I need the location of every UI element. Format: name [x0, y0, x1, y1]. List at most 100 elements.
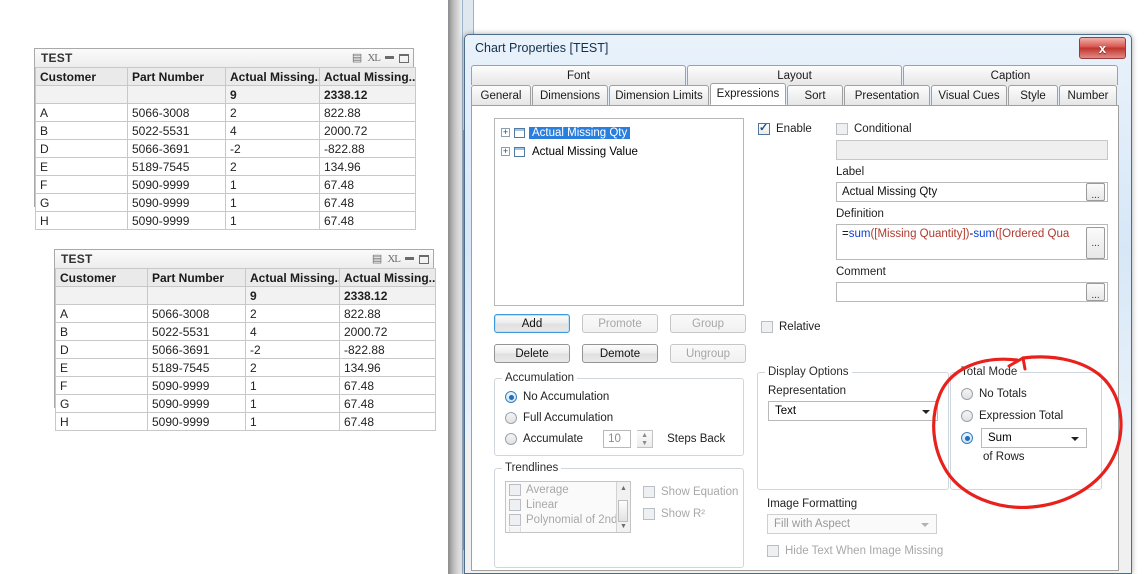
- table-row[interactable]: D 5066-3691 -2 -822.88: [35, 139, 416, 158]
- cell-0[interactable]: D: [55, 340, 148, 359]
- cell-1[interactable]: 5066-3008: [127, 103, 226, 122]
- cell-1[interactable]: 5066-3691: [127, 139, 226, 158]
- cell-2[interactable]: -2: [245, 340, 340, 359]
- cell-0[interactable]: G: [35, 193, 128, 212]
- trendlines-scrollbar[interactable]: ▲ ▼: [616, 482, 630, 532]
- tab-presentation[interactable]: Presentation: [844, 85, 930, 105]
- checkbox-icon[interactable]: [643, 508, 655, 520]
- chevron-down-icon[interactable]: [1071, 437, 1079, 441]
- cell-0[interactable]: H: [35, 211, 128, 230]
- cell-1[interactable]: 5090-9999: [127, 193, 226, 212]
- table-row[interactable]: G 5090-9999 1 67.48: [55, 394, 436, 413]
- delete-button[interactable]: Delete: [494, 344, 570, 363]
- cell-1[interactable]: 5090-9999: [147, 412, 246, 431]
- steps-back-stepper[interactable]: ▲ ▼: [637, 430, 654, 448]
- cell-2[interactable]: 1: [245, 412, 340, 431]
- label-browse-button[interactable]: ...: [1086, 183, 1105, 201]
- minimize-icon[interactable]: [405, 256, 414, 260]
- column-header-actual-missing-qty[interactable]: Actual Missing...: [225, 67, 320, 86]
- cell-3[interactable]: 67.48: [339, 412, 436, 431]
- comment-browse-button[interactable]: ...: [1086, 283, 1105, 301]
- checkbox-icon[interactable]: [509, 483, 521, 496]
- export-icon[interactable]: ▤: [372, 253, 382, 265]
- cell-2[interactable]: 4: [245, 322, 340, 341]
- checkbox-icon[interactable]: [509, 527, 521, 532]
- chevron-down-icon[interactable]: [922, 410, 930, 414]
- cell-0[interactable]: G: [55, 394, 148, 413]
- cell-3[interactable]: 67.48: [339, 376, 436, 395]
- tab-dimensions[interactable]: Dimensions: [532, 85, 608, 105]
- demote-button[interactable]: Demote: [582, 344, 658, 363]
- radio-icon[interactable]: [961, 388, 973, 400]
- data-grid[interactable]: Customer Part Number Actual Missing... A…: [35, 67, 416, 230]
- cell-3[interactable]: -822.88: [339, 340, 436, 359]
- cell-0[interactable]: D: [35, 139, 128, 158]
- column-header-part-number[interactable]: Part Number: [127, 67, 226, 86]
- column-header-customer[interactable]: Customer: [35, 67, 128, 86]
- scroll-down-icon[interactable]: ▼: [617, 520, 630, 532]
- cell-1[interactable]: 5066-3691: [147, 340, 246, 359]
- stepper-down-icon[interactable]: ▼: [637, 439, 652, 447]
- cell-2[interactable]: -2: [225, 139, 320, 158]
- radio-icon[interactable]: [505, 433, 517, 445]
- trendline-item-average[interactable]: Average: [506, 482, 630, 497]
- cell-2[interactable]: 1: [245, 376, 340, 395]
- trendline-item-polynomial-2nd[interactable]: Polynomial of 2nd d: [506, 512, 630, 527]
- column-header-customer[interactable]: Customer: [55, 268, 148, 287]
- checkbox-icon[interactable]: [509, 498, 521, 511]
- tab-visual-cues[interactable]: Visual Cues: [931, 85, 1007, 105]
- minimize-icon[interactable]: [385, 55, 394, 59]
- tab-general[interactable]: General: [471, 85, 531, 105]
- stepper-up-icon[interactable]: ▲: [637, 431, 652, 439]
- radio-icon[interactable]: [961, 410, 973, 422]
- tab-sort[interactable]: Sort: [787, 85, 843, 105]
- column-header-part-number[interactable]: Part Number: [147, 268, 246, 287]
- cell-1[interactable]: 5090-9999: [147, 376, 246, 395]
- expand-icon[interactable]: +: [501, 128, 510, 137]
- trendline-item-linear[interactable]: Linear: [506, 497, 630, 512]
- table-caption[interactable]: TEST ▤ XL: [35, 49, 413, 67]
- cell-3[interactable]: 67.48: [319, 175, 416, 194]
- table-row[interactable]: A 5066-3008 2 822.88: [35, 103, 416, 122]
- tab-expressions[interactable]: Expressions: [710, 83, 786, 105]
- cell-0[interactable]: F: [55, 376, 148, 395]
- cell-2[interactable]: 2: [245, 358, 340, 377]
- table-row[interactable]: F 5090-9999 1 67.48: [35, 175, 416, 194]
- radio-expression-total[interactable]: Expression Total: [961, 407, 1101, 425]
- cell-0[interactable]: F: [35, 175, 128, 194]
- column-header-actual-missing-value[interactable]: Actual Missing...: [319, 67, 416, 86]
- tab-layout[interactable]: Layout: [687, 65, 902, 85]
- straight-table-object-2[interactable]: TEST ▤ XL Customer Part Number Actual Mi…: [54, 249, 436, 431]
- cell-2[interactable]: 2: [245, 304, 340, 323]
- cell-1[interactable]: 5066-3008: [147, 304, 246, 323]
- excel-export-icon[interactable]: XL: [387, 253, 401, 265]
- cell-1[interactable]: 5189-7545: [127, 157, 226, 176]
- relative-option[interactable]: Relative: [761, 318, 821, 336]
- table-row[interactable]: G 5090-9999 1 67.48: [35, 193, 416, 212]
- cell-0[interactable]: E: [35, 157, 128, 176]
- cell-2[interactable]: 2: [225, 157, 320, 176]
- show-equation-option[interactable]: Show Equation: [643, 483, 738, 501]
- table-row[interactable]: B 5022-5531 4 2000.72: [35, 121, 416, 140]
- cell-1[interactable]: 5189-7545: [147, 358, 246, 377]
- cell-0[interactable]: A: [35, 103, 128, 122]
- label-input-value[interactable]: Actual Missing Qty: [842, 186, 937, 198]
- label-input-wrap[interactable]: Actual Missing Qty ...: [836, 182, 1108, 202]
- checkbox-icon[interactable]: [836, 123, 848, 135]
- scroll-up-icon[interactable]: ▲: [617, 482, 630, 494]
- table-row[interactable]: F 5090-9999 1 67.48: [55, 376, 436, 395]
- definition-input[interactable]: =sum([Missing Quantity])-sum([Ordered Qu…: [836, 224, 1108, 260]
- column-header-actual-missing-qty[interactable]: Actual Missing...: [245, 268, 340, 287]
- comment-input-wrap[interactable]: ...: [836, 282, 1108, 302]
- definition-browse-button[interactable]: ...: [1086, 227, 1105, 259]
- radio-no-accumulation[interactable]: No Accumulation: [505, 388, 743, 406]
- cell-1[interactable]: 5022-5531: [147, 322, 246, 341]
- cell-3[interactable]: 67.48: [339, 394, 436, 413]
- checkbox-icon[interactable]: [643, 486, 655, 498]
- checkbox-icon[interactable]: [758, 121, 770, 135]
- cell-3[interactable]: 2000.72: [319, 121, 416, 140]
- table-row[interactable]: E 5189-7545 2 134.96: [55, 358, 436, 377]
- cell-3[interactable]: 67.48: [319, 193, 416, 212]
- export-icon[interactable]: ▤: [352, 52, 362, 64]
- table-row[interactable]: B 5022-5531 4 2000.72: [55, 322, 436, 341]
